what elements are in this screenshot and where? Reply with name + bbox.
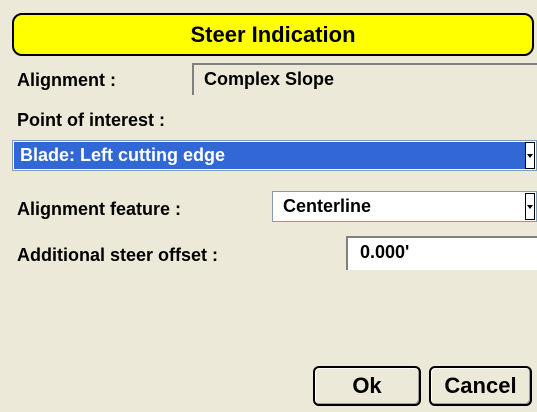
alignment-value-field: Complex Slope xyxy=(192,63,537,95)
steer-offset-label: Additional steer offset : xyxy=(17,245,219,265)
alignment-feature-select[interactable]: Centerline xyxy=(272,191,537,222)
alignment-label: Alignment : xyxy=(17,70,116,90)
steer-offset-value: 0.000' xyxy=(360,242,410,262)
chevron-down-icon[interactable] xyxy=(525,142,535,169)
alignment-feature-label: Alignment feature : xyxy=(17,199,182,219)
cancel-button[interactable]: Cancel xyxy=(429,366,532,406)
dialog-title: Steer Indication xyxy=(190,21,356,47)
chevron-down-icon[interactable] xyxy=(525,193,535,220)
alignment-value: Complex Slope xyxy=(204,69,335,89)
point-of-interest-select[interactable]: Blade: Left cutting edge xyxy=(12,140,537,171)
alignment-feature-selected: Centerline xyxy=(283,196,372,216)
dialog-title-bar: Steer Indication xyxy=(12,13,534,56)
point-of-interest-label: Point of interest : xyxy=(17,110,165,130)
point-of-interest-selected: Blade: Left cutting edge xyxy=(14,142,525,169)
ok-button[interactable]: Ok xyxy=(313,366,421,406)
steer-offset-input[interactable]: 0.000' xyxy=(346,236,537,270)
